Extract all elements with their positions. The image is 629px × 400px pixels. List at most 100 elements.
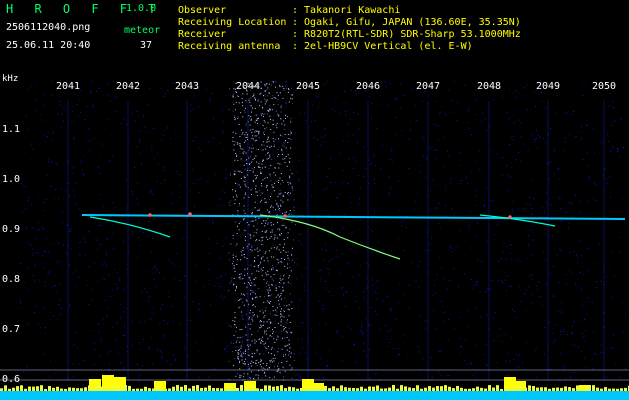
noise-dot xyxy=(269,313,271,315)
noise-dot xyxy=(305,267,307,269)
baseline-spike xyxy=(316,386,319,391)
noise-dot xyxy=(433,123,435,125)
baseline-spike xyxy=(256,388,259,391)
noise-dot xyxy=(476,190,478,191)
noise-dot xyxy=(248,224,250,226)
noise-dot xyxy=(239,274,241,275)
noise-dot xyxy=(344,213,346,215)
noise-dot xyxy=(244,177,246,179)
baseline-spike xyxy=(588,386,591,391)
noise-dot xyxy=(251,250,253,252)
noise-dot xyxy=(377,279,379,281)
noise-dot xyxy=(291,332,293,334)
noise-dot xyxy=(238,349,240,351)
noise-dot xyxy=(151,337,153,339)
noise-dot xyxy=(257,99,259,101)
noise-dot xyxy=(268,284,270,286)
noise-dot xyxy=(363,332,364,334)
noise-dot xyxy=(92,299,94,301)
noise-dot xyxy=(554,113,556,115)
noise-dot xyxy=(267,338,269,340)
noise-dot xyxy=(73,137,75,139)
noise-dot xyxy=(564,377,566,379)
noise-dot xyxy=(249,124,251,126)
noise-dot xyxy=(260,320,262,321)
noise-dot xyxy=(72,375,74,377)
noise-dot xyxy=(49,319,51,321)
noise-dot xyxy=(254,257,256,259)
noise-dot xyxy=(157,163,159,164)
noise-dot xyxy=(279,306,281,307)
noise-dot xyxy=(431,146,433,148)
noise-dot xyxy=(549,321,551,323)
noise-dot xyxy=(559,334,561,336)
noise-dot xyxy=(573,251,575,253)
noise-dot xyxy=(501,341,503,343)
noise-dot xyxy=(400,221,402,223)
noise-dot xyxy=(249,220,251,222)
noise-dot xyxy=(244,239,246,241)
noise-dot xyxy=(374,165,376,166)
noise-dot xyxy=(458,286,460,287)
noise-dot xyxy=(298,179,299,181)
noise-dot xyxy=(516,354,518,356)
noise-dot xyxy=(266,89,268,91)
baseline-spike xyxy=(324,385,327,391)
noise-dot xyxy=(100,338,102,340)
noise-dot xyxy=(148,346,150,348)
noise-dot xyxy=(335,249,337,251)
noise-dot xyxy=(284,259,285,260)
baseline-spike xyxy=(388,387,391,391)
noise-dot xyxy=(116,322,118,324)
noise-dot xyxy=(64,109,66,111)
noise-dot xyxy=(437,203,439,204)
noise-dot xyxy=(243,180,245,182)
noise-dot xyxy=(192,301,194,303)
noise-dot xyxy=(169,372,171,374)
baseline-spike xyxy=(232,387,235,391)
noise-dot xyxy=(622,147,624,149)
noise-dot xyxy=(501,97,503,99)
noise-dot xyxy=(268,367,270,369)
noise-dot xyxy=(34,280,36,282)
noise-dot xyxy=(236,264,238,265)
noise-dot xyxy=(90,91,92,93)
noise-dot xyxy=(571,203,572,205)
noise-dot xyxy=(193,182,195,184)
noise-dot xyxy=(361,325,362,327)
noise-dot xyxy=(23,370,25,372)
noise-dot xyxy=(544,211,545,213)
noise-dot xyxy=(263,353,265,355)
noise-dot xyxy=(156,285,158,287)
noise-dot xyxy=(278,282,280,283)
noise-dot xyxy=(256,177,257,179)
noise-dot xyxy=(31,159,33,161)
noise-dot xyxy=(263,131,265,133)
noise-dot xyxy=(235,221,236,223)
noise-dot xyxy=(249,155,251,157)
noise-dot xyxy=(276,237,278,239)
noise-dot xyxy=(558,249,560,251)
noise-dot xyxy=(570,114,572,115)
noise-dot xyxy=(278,368,280,370)
noise-dot xyxy=(32,252,34,254)
noise-dot xyxy=(244,230,246,232)
noise-dot xyxy=(70,248,72,250)
noise-dot xyxy=(270,336,272,338)
noise-dot xyxy=(237,159,239,161)
noise-dot xyxy=(148,301,150,303)
noise-dot xyxy=(284,243,285,245)
noise-dot xyxy=(581,288,582,290)
noise-dot xyxy=(281,233,282,234)
observer-label: Observer xyxy=(178,5,227,16)
noise-dot xyxy=(472,374,474,376)
noise-dot xyxy=(558,178,560,180)
noise-dot xyxy=(131,321,133,323)
noise-dot xyxy=(116,96,118,98)
noise-dot xyxy=(501,279,503,281)
noise-dot xyxy=(430,357,432,359)
noise-dot xyxy=(430,190,432,192)
noise-dot xyxy=(232,235,234,236)
noise-dot xyxy=(245,107,247,109)
noise-dot xyxy=(513,358,515,360)
